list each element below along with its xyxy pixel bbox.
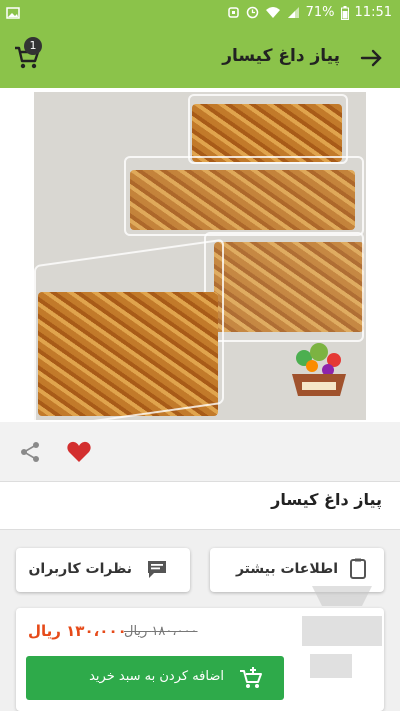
alarm-icon <box>227 7 239 18</box>
product-image[interactable] <box>34 92 366 420</box>
reviews-button[interactable]: نظرات کاربران <box>16 548 190 592</box>
basket-logo <box>292 343 346 396</box>
old-price: ۱۸۰،۰۰۰ ریال <box>124 624 198 639</box>
battery-icon <box>340 5 349 20</box>
app-logo-watermark <box>302 586 382 678</box>
add-to-cart-label: اضافه کردن به سبد خرید <box>89 669 224 684</box>
image-icon <box>6 7 20 19</box>
cart-count-badge: 1 <box>24 37 42 55</box>
heart-icon[interactable] <box>66 440 92 464</box>
wifi-icon <box>265 7 280 18</box>
clock-time: 11:51 <box>354 5 392 20</box>
page-title: پیاز داغ کیسار <box>222 46 340 66</box>
comment-icon <box>148 561 166 578</box>
app-bar: پیاز داغ کیسار 1 <box>0 28 400 88</box>
status-bar: 71% 11:51 <box>0 0 400 28</box>
reviews-label: نظرات کاربران <box>28 561 132 577</box>
current-price: ۱۳۰،۰۰۰ ریال <box>28 622 127 640</box>
battery-percent: 71% <box>305 5 335 20</box>
signal-icon <box>287 7 299 18</box>
share-icon[interactable] <box>18 440 42 464</box>
product-name: پیاز داغ کیسار <box>271 490 382 509</box>
cart-plus-icon <box>240 667 262 688</box>
add-to-cart-button[interactable]: اضافه کردن به سبد خرید <box>26 656 284 700</box>
arrow-right-icon[interactable] <box>358 44 386 72</box>
product-actions <box>0 422 400 482</box>
product-name-section: پیاز داغ کیسار <box>0 482 400 530</box>
more-info-label: اطلاعات بیشتر <box>235 561 338 577</box>
clock-icon <box>246 6 258 19</box>
product-image-container <box>0 88 400 422</box>
